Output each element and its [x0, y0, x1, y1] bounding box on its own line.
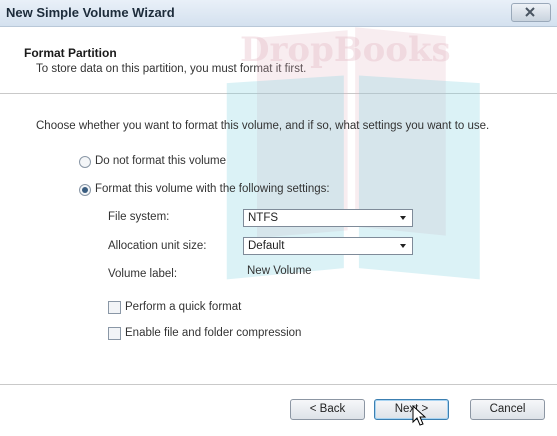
file-system-label: File system: [108, 211, 170, 223]
wizard-footer: < Back Next > Cancel [0, 384, 557, 436]
volume-label-label: Volume label: [108, 268, 178, 280]
allocation-dropdown[interactable]: Default [243, 237, 413, 255]
wizard-header: Format Partition To store data on this p… [0, 27, 557, 94]
format-radio[interactable] [79, 184, 91, 196]
no-format-label[interactable]: Do not format this volume [95, 155, 226, 167]
no-format-radio[interactable] [79, 156, 91, 168]
allocation-value: Default [248, 240, 285, 252]
title-bar: New Simple Volume Wizard [0, 0, 557, 27]
wizard-content: DropBooks Choose whether you want to for… [0, 27, 557, 384]
compression-label[interactable]: Enable file and folder compression [125, 327, 301, 339]
file-system-value: NTFS [248, 212, 279, 224]
close-icon [525, 7, 535, 17]
volume-label-field[interactable]: New Volume [247, 265, 312, 277]
window-title: New Simple Volume Wizard [6, 5, 175, 20]
quick-format-checkbox[interactable] [108, 301, 121, 314]
chevron-down-icon [400, 244, 406, 248]
mouse-cursor-icon [412, 405, 427, 426]
intro-text: Choose whether you want to format this v… [36, 120, 490, 132]
format-label[interactable]: Format this volume with the following se… [95, 183, 330, 195]
page-subtitle: To store data on this partition, you mus… [36, 63, 307, 75]
file-system-dropdown[interactable]: NTFS [243, 209, 413, 227]
page-title: Format Partition [24, 46, 117, 60]
quick-format-label[interactable]: Perform a quick format [125, 301, 241, 313]
compression-checkbox[interactable] [108, 327, 121, 340]
close-button[interactable] [511, 3, 551, 22]
allocation-label: Allocation unit size: [108, 240, 207, 252]
cancel-button[interactable]: Cancel [470, 399, 545, 420]
chevron-down-icon [400, 216, 406, 220]
back-button[interactable]: < Back [290, 399, 365, 420]
